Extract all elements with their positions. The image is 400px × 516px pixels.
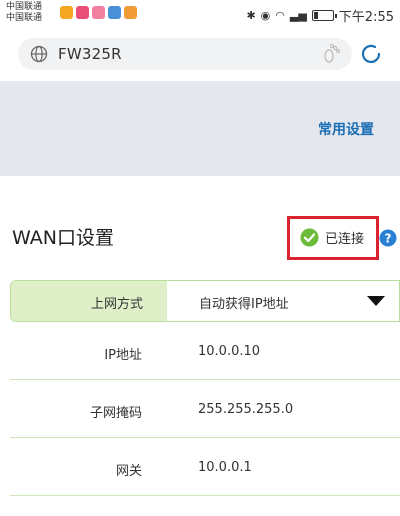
ip-address-label: IP地址 (104, 348, 142, 363)
app-notification-icon (108, 6, 121, 19)
subnet-mask-label: 子网掩码 (89, 406, 142, 421)
carrier-info: 中国联通 中国联通 (6, 2, 42, 24)
carrier-label-2: 中国联通 (6, 13, 43, 23)
eye-comfort-icon: ◉ (260, 8, 271, 22)
signal-icon: ▃▅ (289, 8, 307, 22)
footprint-icon[interactable] (322, 43, 342, 65)
label-cell (11, 281, 167, 321)
connection-status-text: 已连接 (325, 232, 365, 247)
help-icon[interactable]: ? (379, 229, 397, 247)
address-bar[interactable]: FW325R (18, 38, 352, 70)
wan-settings-table: 上网方式 自动获得IP地址 IP地址 10.0.0.10 子网掩码 255.25… (10, 280, 400, 516)
router-header: 常用设置 (0, 81, 400, 176)
notification-icons (60, 6, 137, 19)
system-status-icons: ✱ ◉ ◠ ▃▅ 下午2:55 (246, 6, 394, 26)
dropdown-arrow-icon[interactable] (367, 296, 385, 306)
table-row: IP地址 10.0.0.10 (10, 322, 400, 380)
connection-type-row[interactable]: 上网方式 自动获得IP地址 (10, 280, 400, 322)
ip-address-value: 10.0.0.10 (198, 344, 261, 359)
app-notification-icon (60, 6, 73, 19)
gateway-value: 10.0.0.1 (198, 460, 252, 475)
refresh-icon[interactable] (359, 42, 383, 66)
app-notification-icon (124, 6, 137, 19)
clock: 下午2:55 (338, 10, 394, 25)
connection-status-highlight: 已连接 (287, 216, 379, 260)
table-row (10, 496, 400, 516)
common-settings-link[interactable]: 常用设置 (318, 119, 374, 139)
carrier-label-1: 中国联通 (6, 2, 43, 12)
app-notification-icon (92, 6, 105, 19)
page-title: WAN口设置 (12, 227, 114, 249)
status-bar: 中国联通 中国联通 ✱ ◉ ◠ ▃▅ 下午2:55 (0, 0, 400, 28)
globe-icon (30, 45, 48, 63)
battery-icon (311, 10, 337, 21)
table-row: 网关 10.0.0.1 (10, 438, 400, 496)
check-circle-icon (300, 228, 319, 247)
subnet-mask-value: 255.255.255.0 (198, 402, 294, 417)
svg-text:?: ? (385, 232, 392, 246)
table-row: 子网掩码 255.255.255.0 (10, 380, 400, 438)
connection-type-select[interactable]: 自动获得IP地址 (199, 293, 289, 312)
app-notification-icon (76, 6, 89, 19)
connection-type-label: 上网方式 (90, 297, 143, 312)
url-text[interactable]: FW325R (58, 45, 122, 63)
gateway-label: 网关 (115, 464, 142, 479)
bluetooth-icon: ✱ (246, 8, 256, 22)
wifi-icon: ◠ (275, 8, 285, 22)
